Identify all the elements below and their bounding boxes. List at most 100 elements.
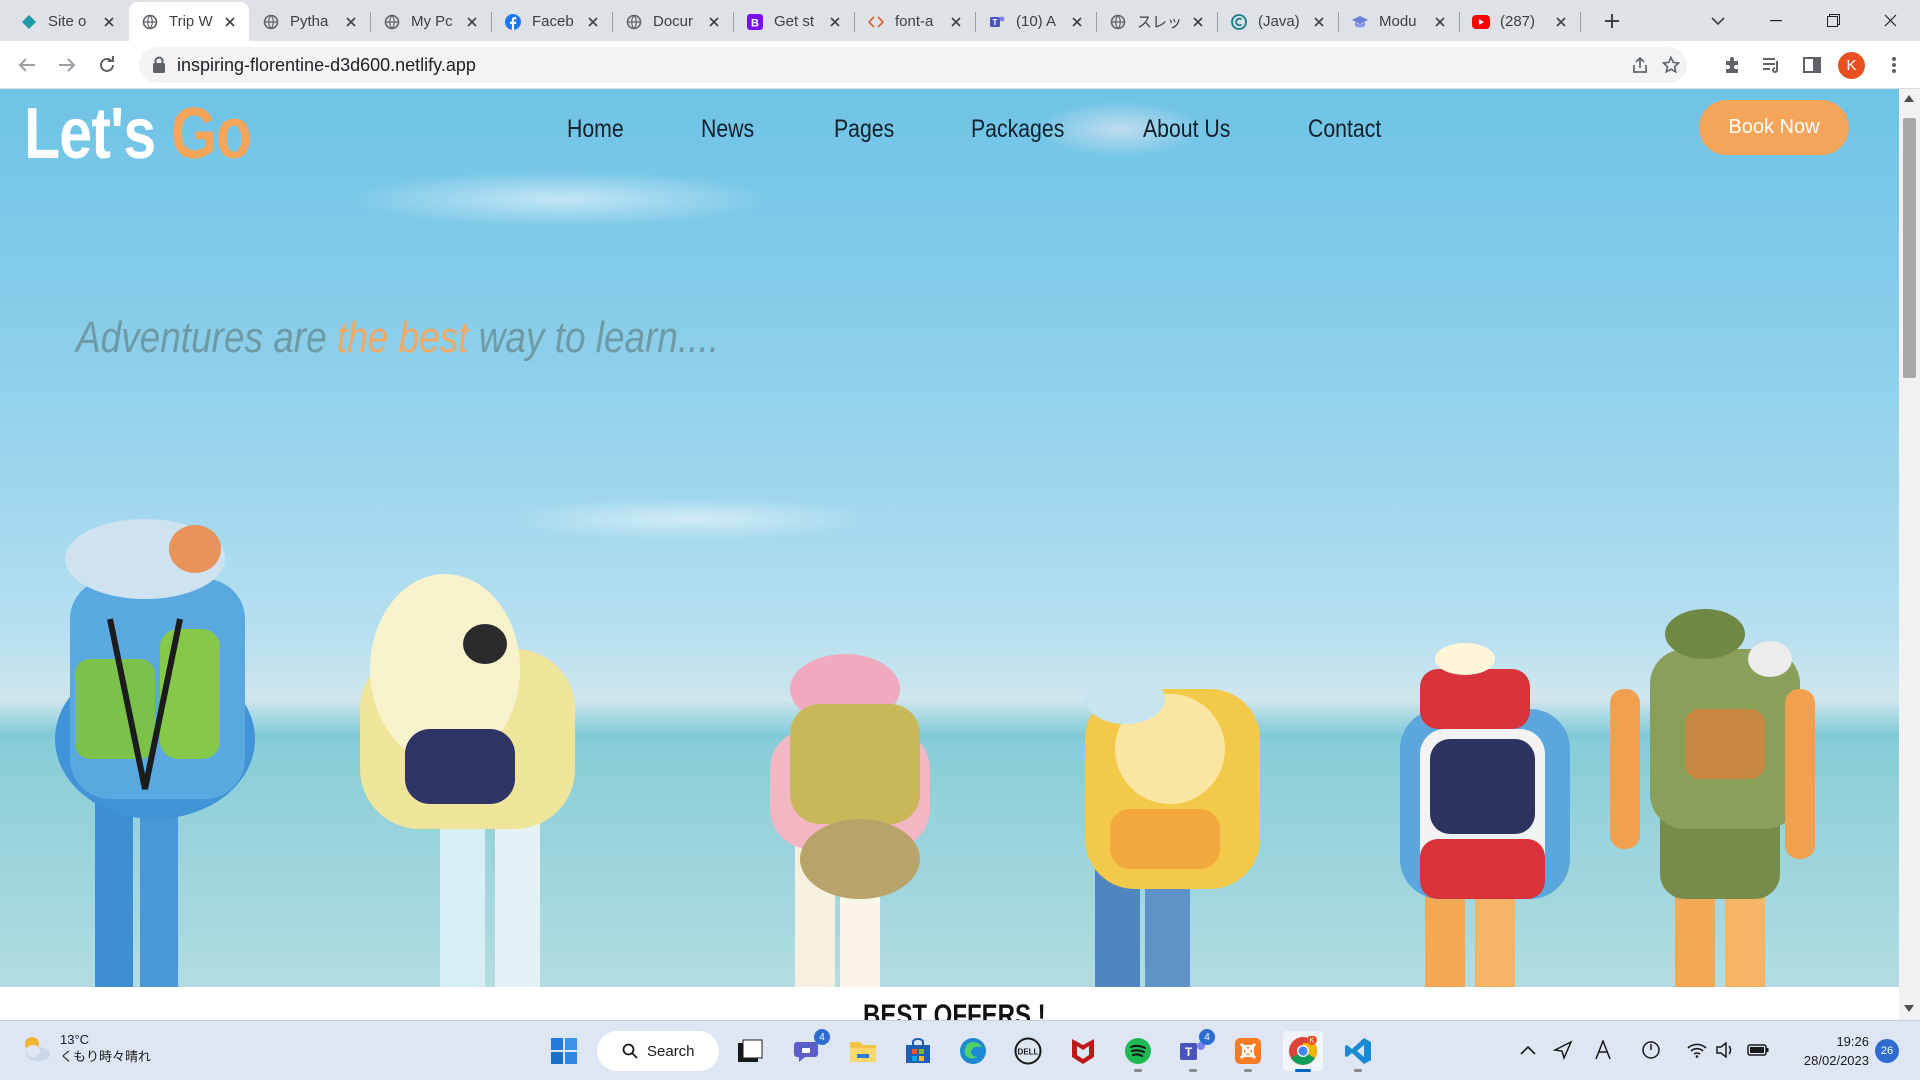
file-explorer-button[interactable] — [843, 1031, 883, 1071]
running-indicator — [1189, 1069, 1197, 1072]
battery-tray-button[interactable] — [1745, 1037, 1771, 1063]
close-tab-icon[interactable] — [705, 13, 723, 31]
browser-tab[interactable]: (287) — [1460, 2, 1580, 41]
page-scrollbar[interactable] — [1899, 89, 1920, 1020]
close-tab-icon[interactable] — [100, 13, 118, 31]
nav-link-home[interactable]: Home — [567, 115, 624, 144]
spotify-button[interactable] — [1118, 1031, 1158, 1072]
dell-button[interactable]: DELL — [1008, 1031, 1048, 1071]
ime-tray-button[interactable] — [1590, 1037, 1616, 1063]
scrollbar-thumb[interactable] — [1903, 118, 1916, 378]
close-window-button[interactable] — [1862, 0, 1918, 41]
mcafee-button[interactable] — [1063, 1031, 1103, 1071]
restore-button[interactable] — [1805, 0, 1861, 41]
weather-widget[interactable]: 13°C くもり時々晴れ — [20, 1031, 151, 1065]
close-tab-icon[interactable] — [947, 13, 965, 31]
xampp-button[interactable] — [1228, 1031, 1268, 1072]
store-icon — [906, 1038, 930, 1063]
browser-tab[interactable]: Trip W — [129, 2, 249, 41]
close-tab-icon[interactable] — [584, 13, 602, 31]
side-panel-button[interactable] — [1798, 51, 1826, 79]
logo-word-go: Go — [170, 94, 252, 174]
vscode-button[interactable] — [1338, 1031, 1378, 1072]
taskbar-search[interactable]: Search — [597, 1031, 719, 1071]
browser-tab[interactable]: (Java) — [1218, 2, 1338, 41]
browser-tab[interactable]: Modu — [1339, 2, 1459, 41]
reload-icon — [100, 56, 114, 72]
nav-link-news[interactable]: News — [701, 115, 754, 144]
browser-tab[interactable]: Docur — [613, 2, 733, 41]
media-queue-icon — [1763, 58, 1778, 73]
show-hidden-icons-button[interactable] — [1515, 1037, 1541, 1063]
page-viewport[interactable]: Let's Go Home News Pages Packages About … — [0, 89, 1899, 1020]
close-tab-icon[interactable] — [1431, 13, 1449, 31]
tab-search-button[interactable] — [1690, 0, 1746, 41]
svg-text:T: T — [993, 18, 998, 27]
browser-tab[interactable]: font-a — [855, 2, 975, 41]
new-tab-button[interactable] — [1599, 8, 1625, 34]
browser-tab[interactable]: Site o — [8, 2, 128, 41]
minimize-button[interactable] — [1748, 0, 1804, 41]
close-tab-icon[interactable] — [1310, 13, 1328, 31]
nav-link-about-us[interactable]: About Us — [1143, 115, 1230, 144]
address-bar[interactable]: inspiring-florentine-d3d600.netlify.app — [139, 47, 1687, 83]
tab-title: Trip W — [169, 13, 213, 30]
nav-link-pages[interactable]: Pages — [834, 115, 894, 144]
power-mode-icon — [1642, 1041, 1660, 1059]
location-arrow-icon — [1553, 1040, 1573, 1060]
location-tray-button[interactable] — [1550, 1037, 1576, 1063]
spotify-icon — [1125, 1038, 1151, 1064]
store-button[interactable] — [898, 1031, 938, 1071]
book-now-button[interactable]: Book Now — [1699, 100, 1849, 155]
chrome-icon: K — [1289, 1036, 1317, 1065]
url-text[interactable]: inspiring-florentine-d3d600.netlify.app — [177, 55, 476, 76]
running-indicator — [1244, 1069, 1252, 1072]
nav-link-contact[interactable]: Contact — [1308, 115, 1381, 144]
globe-icon — [141, 13, 159, 31]
browser-tab[interactable]: スレット — [1097, 2, 1217, 41]
close-tab-icon[interactable] — [342, 13, 360, 31]
browser-tab[interactable]: Pytha — [250, 2, 370, 41]
edge-button[interactable] — [953, 1031, 993, 1071]
start-button[interactable] — [544, 1031, 584, 1071]
partly-cloudy-icon — [25, 1037, 50, 1061]
browser-tab[interactable]: B Get st — [734, 2, 854, 41]
notification-badge[interactable]: 26 — [1875, 1039, 1899, 1063]
back-button[interactable] — [13, 51, 41, 79]
task-view-button[interactable] — [730, 1031, 770, 1071]
bookmark-button[interactable] — [1660, 54, 1682, 76]
reload-button[interactable] — [93, 51, 121, 79]
teams-chat-button[interactable]: 4 — [788, 1029, 830, 1071]
browser-toolbar: inspiring-florentine-d3d600.netlify.app … — [0, 41, 1920, 89]
restore-icon — [1826, 14, 1840, 27]
scroll-up-arrow-icon[interactable] — [1904, 95, 1914, 102]
close-tab-icon[interactable] — [1552, 13, 1570, 31]
active-indicator — [1295, 1069, 1311, 1072]
tab-title: (10) A — [1016, 13, 1057, 30]
close-tab-icon[interactable] — [221, 13, 239, 31]
wifi-tray-button[interactable] — [1684, 1037, 1710, 1063]
close-tab-icon[interactable] — [1068, 13, 1086, 31]
volume-tray-button[interactable] — [1712, 1037, 1738, 1063]
scroll-down-arrow-icon[interactable] — [1904, 1005, 1914, 1012]
share-button[interactable] — [1629, 54, 1651, 76]
teams-button[interactable]: T 4 — [1173, 1029, 1215, 1072]
nav-link-packages[interactable]: Packages — [971, 115, 1064, 144]
system-clock[interactable]: 19:26 28/02/2023 — [1789, 1032, 1869, 1070]
media-control-button[interactable] — [1758, 51, 1786, 79]
lock-icon[interactable] — [151, 56, 167, 74]
close-tab-icon[interactable] — [463, 13, 481, 31]
profile-avatar[interactable]: K — [1838, 52, 1865, 79]
running-indicator — [1134, 1069, 1142, 1072]
browser-tab[interactable]: Faceb — [492, 2, 612, 41]
browser-tab[interactable]: My Pc — [371, 2, 491, 41]
chrome-menu-button[interactable] — [1880, 51, 1908, 79]
extensions-button[interactable] — [1718, 51, 1746, 79]
power-tray-button[interactable] — [1638, 1037, 1664, 1063]
site-logo[interactable]: Let's Go — [24, 93, 252, 175]
browser-tab[interactable]: T (10) A — [976, 2, 1096, 41]
close-tab-icon[interactable] — [1189, 13, 1207, 31]
chrome-button[interactable]: K — [1283, 1031, 1323, 1072]
close-tab-icon[interactable] — [826, 13, 844, 31]
forward-button[interactable] — [53, 51, 81, 79]
